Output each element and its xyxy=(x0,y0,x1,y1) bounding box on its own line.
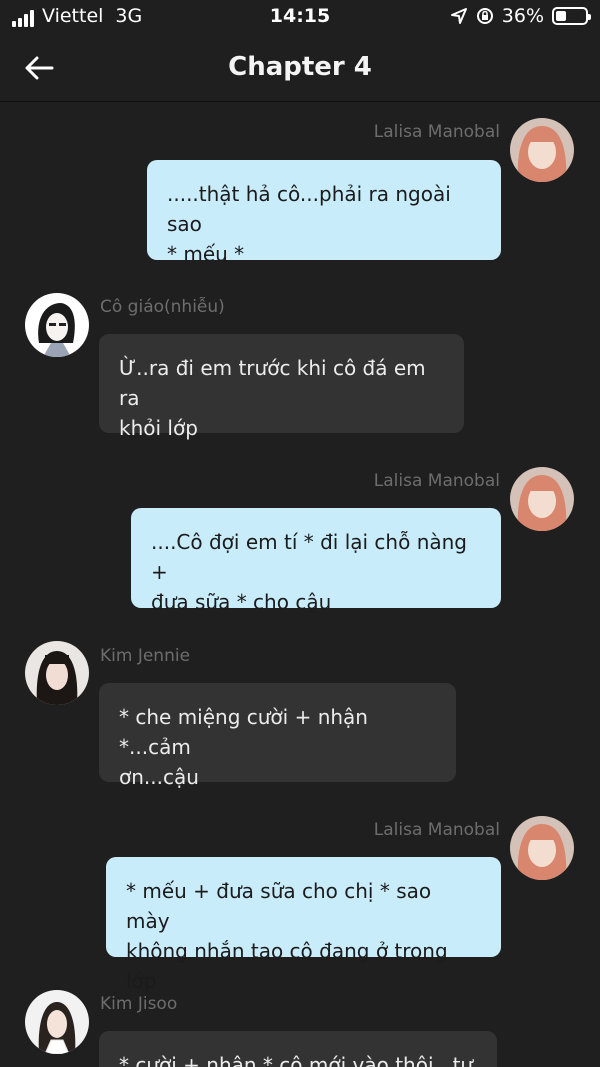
avatar[interactable] xyxy=(510,118,574,182)
status-right: 36% xyxy=(450,5,591,27)
message-bubble[interactable]: Ừ..ra đi em trước khi cô đá em ra khỏi l… xyxy=(99,334,464,440)
sender-name: Lalisa Manobal xyxy=(373,122,500,142)
message-bubble[interactable]: * che miệng cười + nhận *...cảm ơn...cậu xyxy=(99,683,456,789)
avatar[interactable] xyxy=(25,293,89,357)
sender-name: Kim Jisoo xyxy=(100,994,178,1014)
sender-name: Kim Jennie xyxy=(100,646,191,666)
location-arrow-icon xyxy=(450,8,467,24)
message-bubble[interactable]: * cười + nhận * cô mới vào thôi...tự xyxy=(99,1031,497,1067)
battery-icon xyxy=(552,7,591,25)
sender-name: Lalisa Manobal xyxy=(373,820,500,840)
sender-name: Lalisa Manobal xyxy=(373,471,500,491)
avatar[interactable] xyxy=(510,816,574,880)
status-bar: Viettel 3G 14:15 36% xyxy=(0,0,600,34)
page-title: Chapter 4 xyxy=(228,52,372,82)
message-bubble[interactable]: .....thật hả cô...phải ra ngoài sao * mế… xyxy=(147,160,501,266)
rotation-lock-icon xyxy=(476,8,493,24)
avatar[interactable] xyxy=(510,467,574,531)
battery-fill xyxy=(556,11,567,21)
nav-bar: Chapter 4 xyxy=(0,34,600,102)
sender-name: Cô giáo(nhiễu) xyxy=(100,297,225,317)
avatar[interactable] xyxy=(25,990,89,1054)
avatar[interactable] xyxy=(25,641,89,705)
battery-percent: 36% xyxy=(501,5,544,27)
message-bubble[interactable]: * mếu + đưa sữa cho chị * sao mày không … xyxy=(106,857,501,993)
message-bubble[interactable]: ....Cô đợi em tí * đi lại chỗ nàng + đưa… xyxy=(131,508,501,614)
